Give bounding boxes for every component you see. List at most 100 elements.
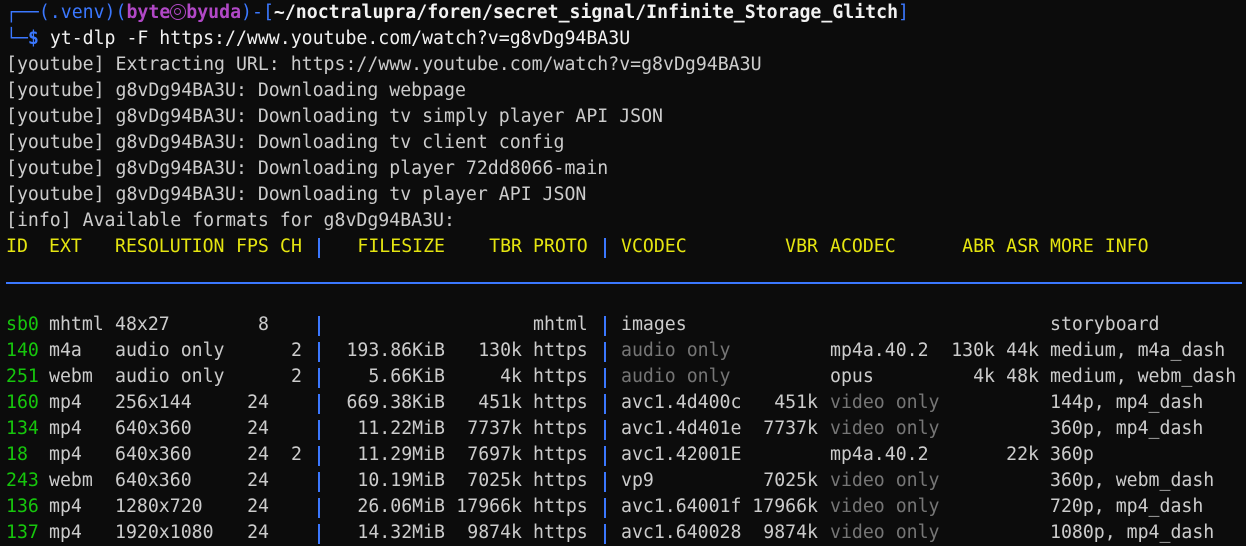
table-row: 136 mp4 1280x720 24 26.06MiB 17966k https avc1.… [6,494,1242,520]
header-id: ID [6,236,28,257]
column-separator [604,498,606,518]
cell-acodec: video only [830,418,940,439]
table-row: 140 m4a audio only 2 193.86KiB 130k https audio… [6,338,1242,364]
output-line: [youtube] g8vDg94BA3U: Downloading tv cl… [6,132,565,153]
cell-vbr: 7737k [763,418,818,439]
venv-indicator: (.venv) [38,2,116,23]
column-separator [318,394,320,414]
cell-fps: 24 [247,418,269,439]
user-open-paren: ( [115,2,127,23]
cell-ext: m4a [49,340,82,361]
cell-abr [951,468,995,494]
cell-vbr [752,364,818,390]
command-line[interactable]: └─$ yt-dlp -F https://www.youtube.com/wa… [6,26,1242,52]
column-separator [604,420,606,440]
table-row: 18 mp4 640x360 24 2 11.29MiB 7697k https avc1.42… [6,442,1242,468]
cell-id: sb0 [6,314,39,335]
table-header: ID EXT RESOLUTION FPS CH FILESIZE TBR PR… [6,234,1242,260]
table-row: 160 mp4 256x144 24 669.38KiB 451k https avc1.4d… [6,390,1242,416]
header-resolution: RESOLUTION [115,236,225,257]
cell-tbr: 17966k [456,496,522,517]
cell-vbr [752,338,818,364]
header-more-info: MORE INFO [1050,236,1149,257]
cell-acodec: mp4a.40.2 [830,444,929,465]
cell-proto: https [533,496,588,517]
cell-id: 136 [6,496,39,517]
cell-ch [280,416,302,442]
cell-resolution: 256x144 [115,392,192,413]
cell-acodec: video only [830,470,940,491]
cell-ch [280,312,302,338]
command-text: yt-dlp -F https://www.youtube.com/watch?… [49,28,631,49]
table-row: 134 mp4 640x360 24 11.22MiB 7737k https avc1.4d… [6,416,1242,442]
cell-filesize [336,312,445,338]
cell-abr [951,312,995,338]
column-separator [318,524,320,544]
cell-fps [236,338,269,364]
prompt-path: ~/noctralupra/foren/secret_signal/Infini… [273,2,899,23]
cell-ext: mp4 [49,496,82,517]
column-separator [318,498,320,518]
column-separator [604,238,606,258]
header-ext: EXT [49,236,82,257]
cell-more: 360p [1050,444,1094,465]
cell-more: storyboard [1050,314,1160,335]
output-line: [info] Available formats for g8vDg94BA3U… [6,210,455,231]
cell-filesize: 11.29MiB [357,444,445,465]
cell-proto: mhtml [533,314,588,335]
cell-more: 144p, mp4_dash [1050,392,1204,413]
prompt-user: byte [126,2,171,23]
cell-vcodec: audio only [621,340,731,361]
cell-id: 18 [6,444,28,465]
terminal-window[interactable]: ┌──(.venv)(byte byuda)-[~/noctralupra/for… [6,0,1242,546]
cell-vbr: 451k [774,392,818,413]
cell-resolution: 1920x1080 [115,522,214,543]
header-abr: ABR [962,236,995,257]
table-row: 137 mp4 1920x1080 24 14.32MiB 9874k https avc1.… [6,520,1242,546]
cell-abr [951,494,995,520]
path-open-bracket: [ [262,2,274,23]
cell-ext: mp4 [49,444,82,465]
output-line: [youtube] g8vDg94BA3U: Downloading tv si… [6,106,663,127]
column-separator [604,472,606,492]
cell-abr: 4k [973,366,995,387]
cell-fps: 8 [258,314,269,335]
cell-tbr: 9874k [467,522,522,543]
cell-filesize: 669.38KiB [346,392,445,413]
cell-asr [1006,468,1039,494]
cell-filesize: 26.06MiB [357,496,445,517]
cell-fps: 24 [247,392,269,413]
cell-tbr [456,312,522,338]
cell-more: 360p, webm_dash [1050,470,1215,491]
cell-vcodec: avc1.640028 [621,522,742,543]
cell-vcodec: vp9 [621,470,654,491]
cell-asr: 44k [1006,340,1039,361]
cell-filesize: 10.19MiB [357,470,445,491]
cell-tbr: 4k [500,366,522,387]
cell-asr [1006,312,1039,338]
prompt-corner-bottom: └─ [6,28,28,49]
cell-ch: 2 [291,340,302,361]
cell-asr [1006,494,1039,520]
cell-vbr: 17966k [752,496,818,517]
cell-fps [236,364,269,390]
cell-more: 720p, mp4_dash [1050,496,1204,517]
cell-ext: mp4 [49,522,82,543]
cell-proto: https [533,366,588,387]
cell-resolution: audio only [115,340,225,361]
header-ch: CH [280,236,302,257]
column-separator [318,420,320,440]
output-line: [youtube] g8vDg94BA3U: Downloading tv pl… [6,184,587,205]
cell-ch: 2 [291,444,302,465]
cell-filesize: 5.66KiB [368,366,445,387]
cell-abr [951,416,995,442]
prompt-dollar: $ [27,28,39,49]
cell-proto: https [533,418,588,439]
header-proto: PROTO [533,236,588,257]
header-vbr: VBR [785,236,818,257]
cell-vcodec: avc1.42001E [621,444,742,465]
cell-ch [280,494,302,520]
table-row: 251 webm audio only 2 5.66KiB 4k https audio on… [6,364,1242,390]
cell-acodec: video only [830,522,940,543]
cell-fps: 24 [247,496,269,517]
